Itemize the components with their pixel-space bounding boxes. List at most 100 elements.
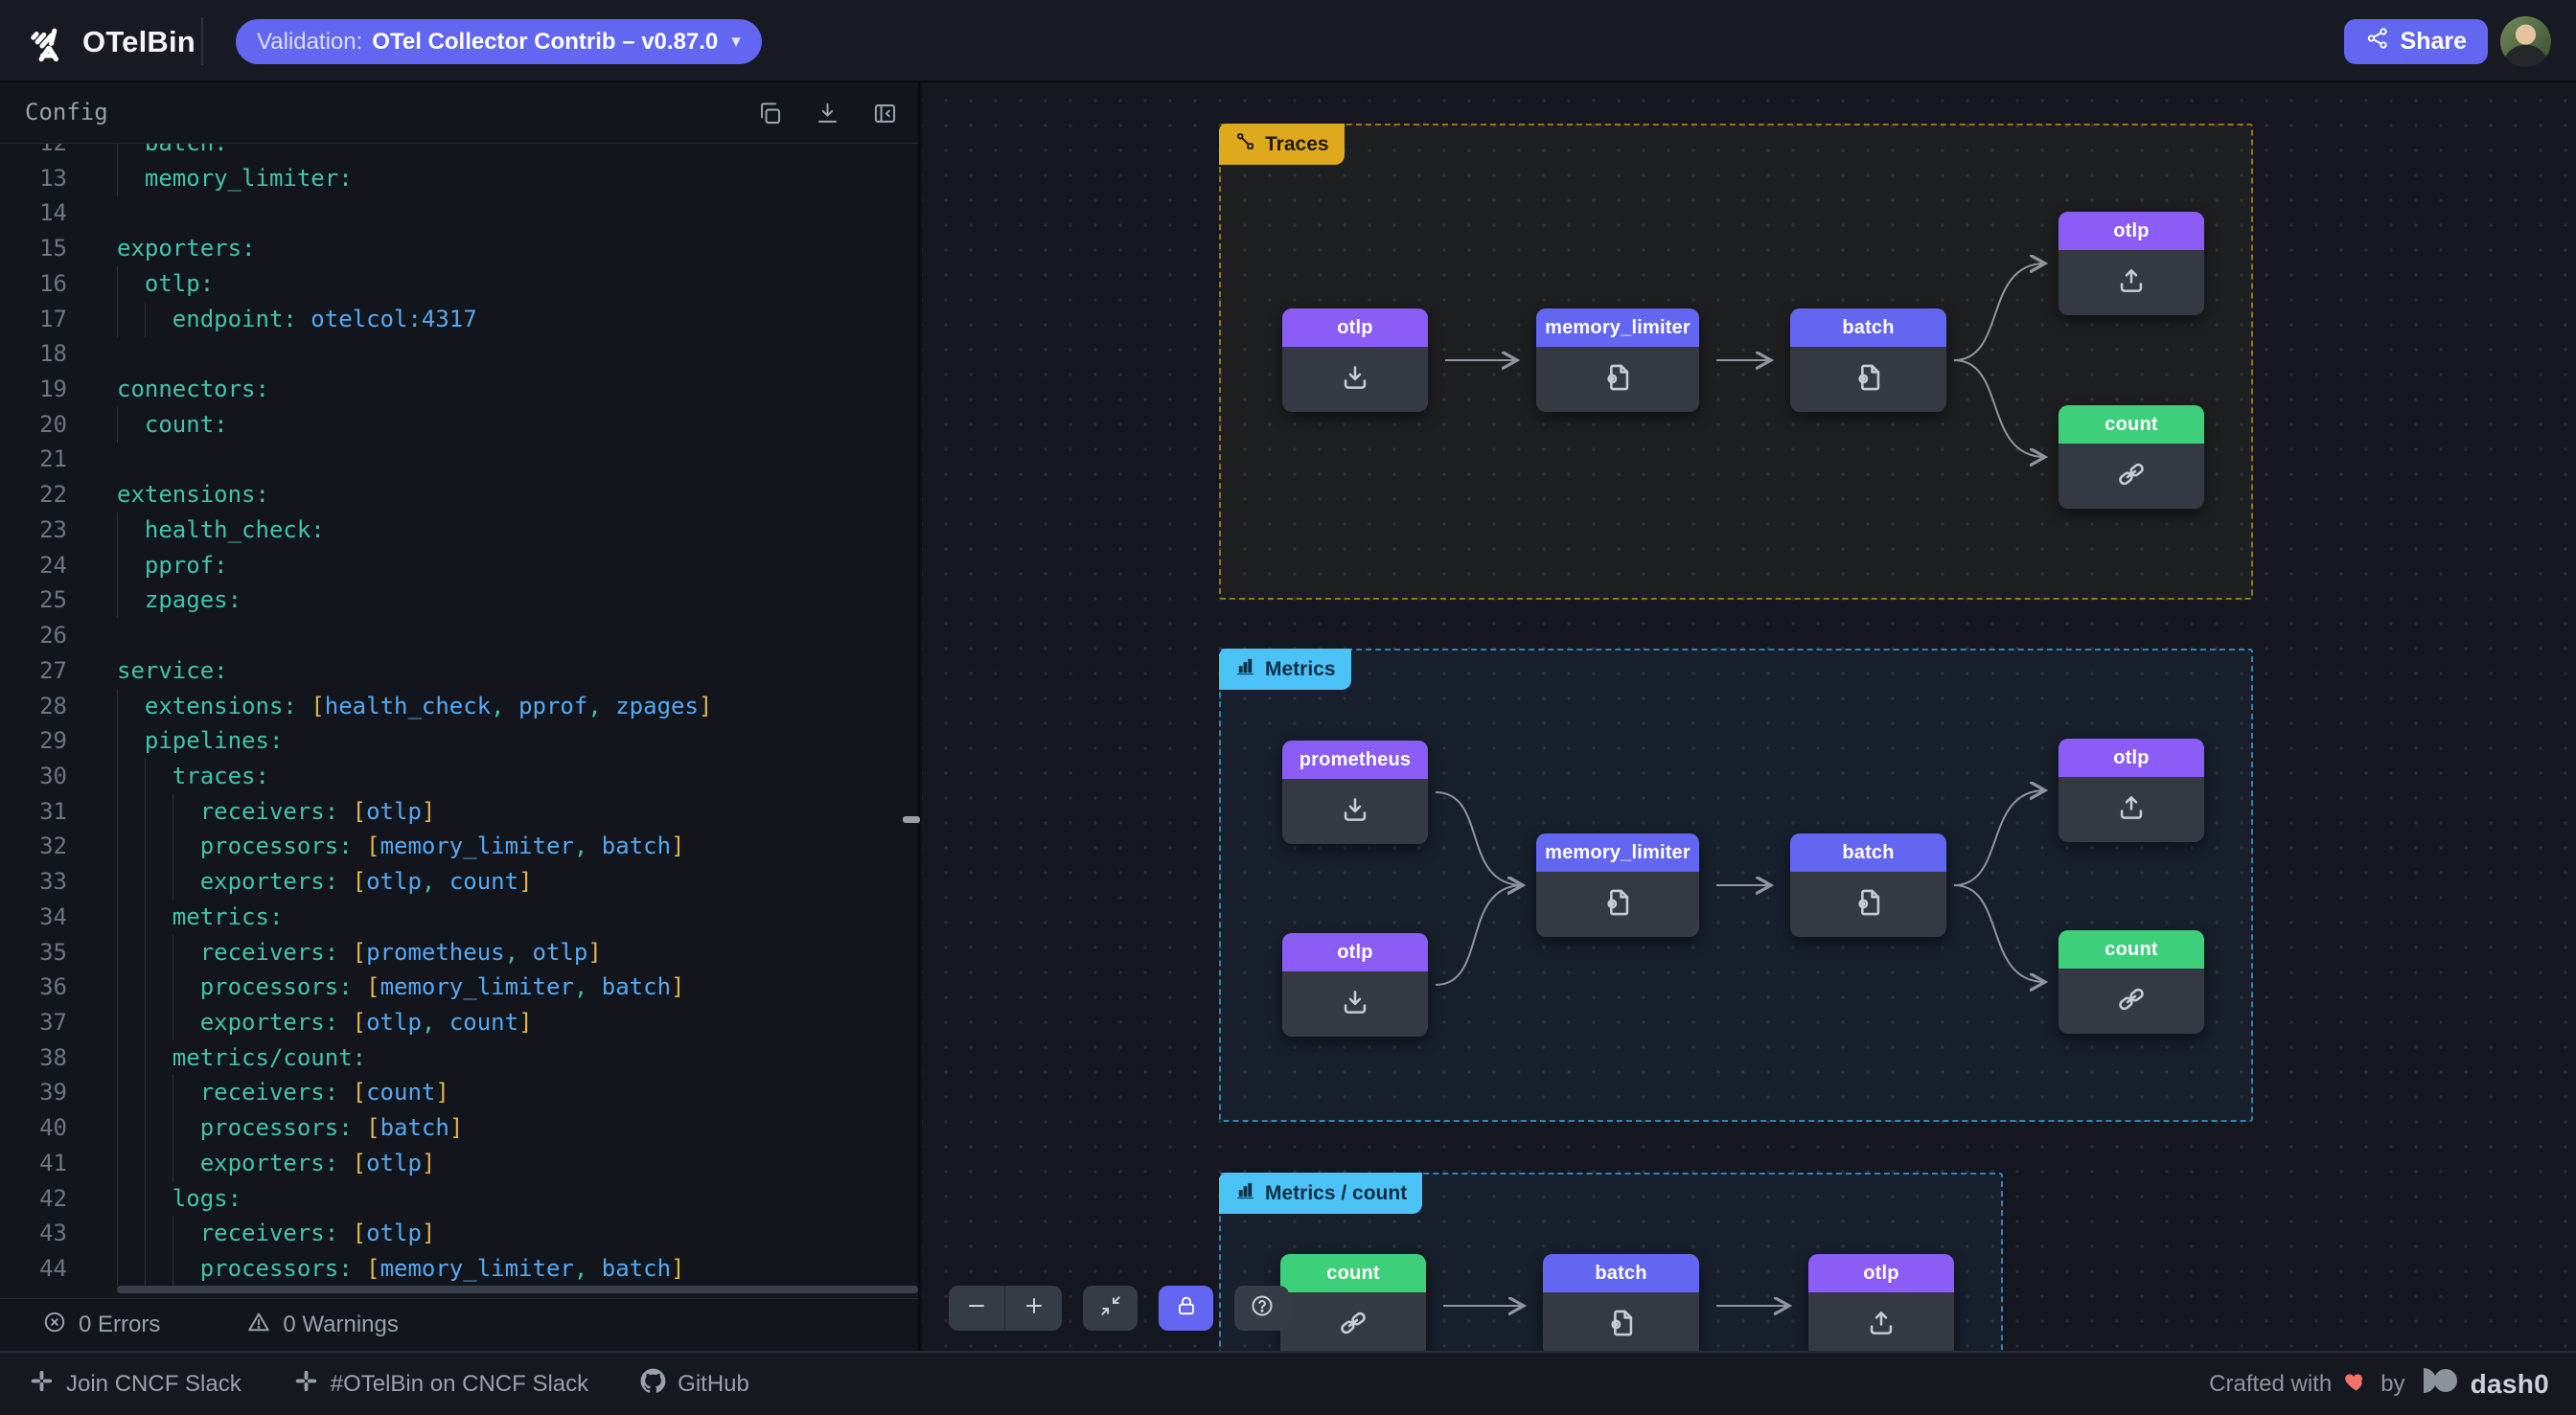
file-gear-icon: [1852, 886, 1885, 924]
footer-link-0[interactable]: Join CNCF Slack: [29, 1368, 242, 1401]
code-line-12: 12 batch:: [0, 144, 918, 161]
code-line-22: 22extensions:: [0, 477, 918, 513]
errors-status[interactable]: 0 Errors: [42, 1310, 160, 1341]
code-text: receivers: [otlp]: [117, 1216, 435, 1251]
code-text: endpoint: otelcol:4317: [117, 302, 477, 337]
line-number: 36: [0, 970, 67, 1005]
code-line-15: 15exporters:: [0, 231, 918, 266]
code-text: processors: [batch]: [117, 1110, 463, 1146]
line-number: 26: [0, 618, 67, 653]
node-header: otlp: [2058, 739, 2204, 777]
node-metrics-count-count-connector[interactable]: count: [1280, 1254, 1426, 1351]
line-number: 40: [0, 1110, 67, 1146]
node-traces-otlp-exporter[interactable]: otlp: [2058, 212, 2204, 315]
warning-triangle-icon: [246, 1310, 271, 1341]
code-line-21: 21: [0, 442, 918, 477]
otelbin-logo-icon: [25, 17, 73, 65]
lock-button[interactable]: [1159, 1286, 1213, 1331]
code-editor[interactable]: 12 batch:13 memory_limiter:1415exporters…: [0, 144, 918, 1286]
node-metrics-otlp-receiver[interactable]: otlp: [1282, 933, 1428, 1037]
download-config-button[interactable]: [809, 95, 845, 131]
code-line-29: 29 pipelines:: [0, 723, 918, 759]
line-number: 41: [0, 1146, 67, 1181]
code-line-41: 41 exporters: [otlp]: [0, 1146, 918, 1181]
zoom-out-button[interactable]: [949, 1286, 1005, 1331]
pipeline-canvas[interactable]: Tracesotlpmemory_limiterbatchotlpcountMe…: [922, 82, 2576, 1351]
code-text: traces:: [117, 759, 269, 794]
node-label: otlp: [1337, 317, 1372, 339]
fit-view-icon: [1098, 1293, 1123, 1323]
edge-m-batch-to-m-otlp-e: [1954, 790, 2045, 885]
node-body: [1808, 1292, 1954, 1351]
share-nodes-icon: [2365, 26, 2390, 57]
copy-config-button[interactable]: [751, 95, 788, 131]
node-label: count: [1326, 1263, 1379, 1285]
edge-t-batch-to-t-otlp-e: [1954, 263, 2045, 360]
node-metrics-otlp-exporter[interactable]: otlp: [2058, 739, 2204, 842]
code-text: processors: [memory_limiter, batch]: [117, 829, 684, 864]
node-metrics-count-otlp-exporter[interactable]: otlp: [1808, 1254, 1954, 1351]
line-number: 24: [0, 548, 67, 583]
help-button[interactable]: [1234, 1286, 1289, 1331]
circle-x-icon: [42, 1310, 67, 1341]
warnings-label: 0 Warnings: [283, 1312, 399, 1338]
line-number: 34: [0, 900, 67, 935]
zoom-in-button[interactable]: [1005, 1286, 1062, 1331]
dash0-logo-icon[interactable]: [2417, 1367, 2459, 1401]
validation-value: OTel Collector Contrib – v0.87.0: [372, 29, 718, 56]
code-line-32: 32 processors: [memory_limiter, batch]: [0, 829, 918, 864]
share-button[interactable]: Share: [2344, 19, 2488, 64]
footer-link-1[interactable]: #OTelBin on CNCF Slack: [293, 1368, 588, 1401]
canvas-controls: [949, 1286, 1289, 1331]
node-traces-batch-processor[interactable]: batch: [1790, 308, 1946, 412]
line-number: 27: [0, 653, 67, 689]
pipeline-edges: [922, 82, 2576, 1351]
file-gear-icon: [1852, 361, 1885, 399]
node-metrics-memory_limiter-processor[interactable]: memory_limiter: [1536, 833, 1699, 937]
share-label: Share: [2401, 28, 2467, 56]
node-body: [2058, 250, 2204, 315]
code-line-17: 17 endpoint: otelcol:4317: [0, 302, 918, 337]
node-traces-otlp-receiver[interactable]: otlp: [1282, 308, 1428, 412]
minus-icon: [964, 1293, 989, 1323]
warnings-status[interactable]: 0 Warnings: [246, 1310, 399, 1341]
crafted-by: Crafted with by dash0: [2209, 1353, 2549, 1415]
code-line-44: 44 processors: [memory_limiter, batch]: [0, 1251, 918, 1286]
node-traces-count-connector[interactable]: count: [2058, 405, 2204, 509]
download-tray-icon: [1339, 986, 1371, 1023]
code-text: exporters: [otlp, count]: [117, 864, 533, 900]
editor-horizontal-scrollbar[interactable]: [117, 1286, 918, 1293]
user-avatar[interactable]: [2500, 16, 2551, 67]
code-text: extensions: [health_check, pprof, zpages…: [117, 689, 712, 724]
code-line-38: 38 metrics/count:: [0, 1040, 918, 1076]
otelbin-app: OTelBin Validation: OTel Collector Contr…: [0, 0, 2576, 1415]
node-header: count: [2058, 405, 2204, 444]
node-metrics-count-connector[interactable]: count: [2058, 930, 2204, 1034]
node-label: otlp: [1337, 942, 1372, 964]
validation-dropdown[interactable]: Validation: OTel Collector Contrib – v0.…: [236, 19, 762, 64]
code-text: otlp:: [117, 266, 214, 302]
line-number: 39: [0, 1075, 67, 1110]
node-traces-memory_limiter-processor[interactable]: memory_limiter: [1536, 308, 1699, 412]
footer-link-label: #OTelBin on CNCF Slack: [331, 1371, 588, 1398]
code-text: metrics/count:: [117, 1040, 366, 1076]
node-metrics-count-batch-processor[interactable]: batch: [1543, 1254, 1699, 1351]
fit-view-button[interactable]: [1083, 1286, 1138, 1331]
editor-vertical-scrollbar[interactable]: [903, 816, 920, 823]
code-text: health_check:: [117, 513, 325, 548]
footer-link-2[interactable]: GitHub: [640, 1368, 749, 1401]
node-body: [1282, 779, 1428, 844]
node-metrics-batch-processor[interactable]: batch: [1790, 833, 1946, 937]
node-header: count: [2058, 930, 2204, 969]
code-line-24: 24 pprof:: [0, 548, 918, 583]
code-line-28: 28 extensions: [health_check, pprof, zpa…: [0, 689, 918, 724]
dash0-brand[interactable]: dash0: [2471, 1369, 2549, 1400]
collapse-panel-button[interactable]: [866, 95, 903, 131]
footer-links: Join CNCF Slack #OTelBin on CNCF Slack Git…: [29, 1353, 749, 1415]
chevron-down-icon: ▾: [731, 31, 741, 53]
node-metrics-prometheus-receiver[interactable]: prometheus: [1282, 741, 1428, 844]
edge-m-prom-to-m-ml: [1436, 792, 1523, 885]
line-number: 29: [0, 723, 67, 759]
code-text: count:: [117, 407, 228, 443]
validation-status-bar: 0 Errors 0 Warnings: [0, 1298, 918, 1351]
